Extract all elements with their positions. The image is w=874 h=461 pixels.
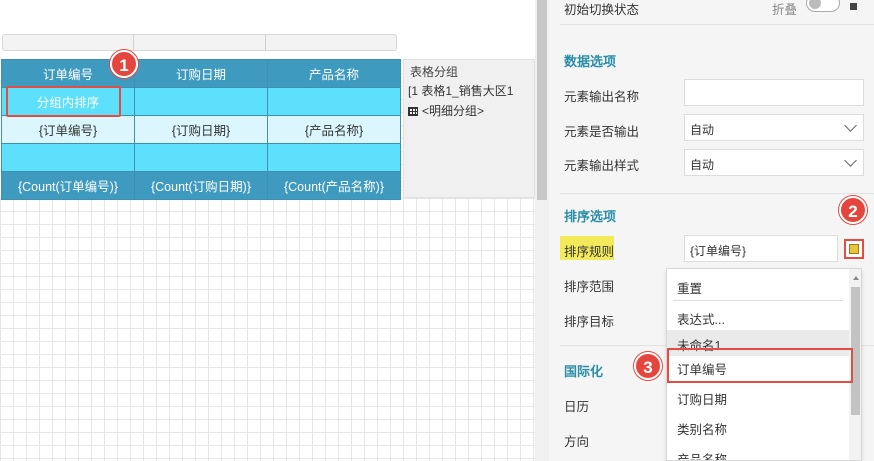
element-name-label: 元素输出名称	[564, 90, 640, 104]
table-group-panel: 表格分组 [1 表格1_销售大区1 <明细分组>	[403, 59, 535, 198]
group-item-detail-label: <明细分组>	[422, 104, 485, 118]
direction-label: 方向	[564, 435, 590, 449]
selected-item-highlight	[667, 348, 853, 383]
group-panel-title: 表格分组	[410, 65, 459, 79]
init-state-label: 初始切换状态	[564, 3, 640, 17]
calendar-label: 日历	[564, 400, 590, 414]
header-cell-order-date[interactable]: 订购日期	[134, 59, 268, 88]
header-cell-product-name[interactable]: 产品名称	[267, 59, 401, 88]
group-cell[interactable]	[134, 87, 268, 116]
group-cell[interactable]	[267, 87, 401, 116]
selected-cell-highlight	[6, 86, 121, 117]
sort-target-label: 排序目标	[564, 315, 615, 329]
element-style-value: 自动	[690, 158, 715, 172]
divider	[560, 193, 874, 194]
ruler-segment[interactable]	[3, 35, 134, 50]
table-empty-row	[1, 143, 401, 172]
step-badge-1: 1	[110, 50, 138, 78]
dropdown-item-category-name[interactable]: 类别名称	[667, 414, 849, 440]
detail-cell-order-date[interactable]: {订购日期}	[134, 115, 268, 144]
column-ruler[interactable]	[2, 34, 397, 51]
group-item-sales-region[interactable]: [1 表格1_销售大区1	[408, 82, 513, 99]
sort-rule-value: {订单编号}	[690, 244, 747, 258]
table-detail-row: {订单编号} {订购日期} {产品名称}	[1, 115, 401, 144]
detail-cell-order-id[interactable]: {订单编号}	[1, 115, 135, 144]
ruler-segment[interactable]	[266, 35, 396, 50]
sort-rule-input[interactable]: {订单编号}	[684, 235, 838, 262]
dropdown-item-order-date[interactable]: 订购日期	[667, 384, 849, 410]
element-output-value: 自动	[690, 123, 715, 137]
dropdown-separator	[673, 300, 843, 301]
collapse-label: 折叠	[772, 3, 798, 17]
dropdown-item-reset[interactable]: 重置	[667, 273, 849, 299]
element-name-input[interactable]	[684, 79, 864, 106]
sort-rule-label: 排序规则	[564, 245, 615, 259]
report-table: 订单编号 订购日期 产品名称 分组内排序 {订单编号} {订购日期} {产品名称…	[1, 59, 401, 200]
data-options-title: 数据选项	[564, 54, 617, 69]
element-style-label: 元素输出样式	[564, 159, 640, 173]
group-item-detail[interactable]: <明细分组>	[408, 102, 484, 119]
ruler-segment[interactable]	[134, 35, 266, 50]
footer-cell-count-order-date[interactable]: {Count(订购日期)}	[134, 171, 268, 200]
table-header-row: 订单编号 订购日期 产品名称	[1, 59, 401, 88]
detail-cell-product-name[interactable]: {产品名称}	[267, 115, 401, 144]
table-icon	[408, 107, 418, 116]
empty-cell[interactable]	[134, 143, 268, 172]
table-footer-row: {Count(订单编号)} {Count(订购日期)} {Count(产品名称)…	[1, 171, 401, 200]
canvas-grid	[0, 198, 535, 461]
divider	[560, 24, 874, 25]
empty-cell[interactable]	[1, 143, 135, 172]
element-output-select[interactable]: 自动	[684, 114, 864, 141]
scroll-up-arrow-icon[interactable]	[853, 276, 859, 280]
empty-cell[interactable]	[267, 143, 401, 172]
dropdown-item-product-name[interactable]: 产品名称	[667, 444, 849, 460]
sort-options-title: 排序选项	[564, 209, 617, 224]
element-output-label: 元素是否输出	[564, 125, 640, 139]
chevron-down-icon	[844, 119, 857, 132]
canvas-scrollbar-thumb[interactable]	[537, 0, 547, 200]
sort-range-label: 排序范围	[564, 280, 615, 294]
dropdown-item-expression[interactable]: 表达式...	[667, 304, 849, 330]
expression-icon[interactable]	[850, 3, 857, 10]
i18n-title: 国际化	[564, 364, 604, 379]
step-badge-2: 2	[839, 196, 867, 224]
sort-rule-menu-icon[interactable]	[849, 244, 859, 254]
footer-cell-count-product-name[interactable]: {Count(产品名称)}	[267, 171, 401, 200]
chevron-down-icon	[844, 154, 857, 167]
element-style-select[interactable]: 自动	[684, 149, 864, 176]
step-badge-3: 3	[634, 352, 662, 380]
footer-cell-count-order-id[interactable]: {Count(订单编号)}	[1, 171, 135, 200]
